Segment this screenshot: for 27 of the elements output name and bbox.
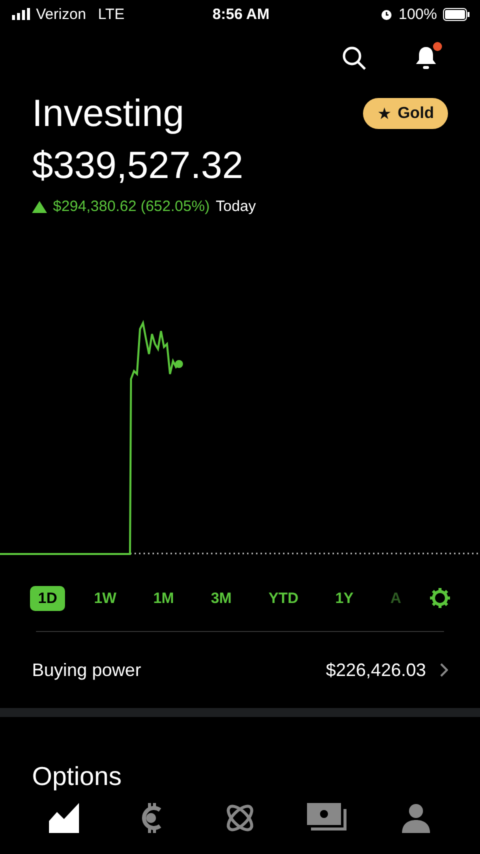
range-tab[interactable]: 1Y [327,586,362,610]
current-point [175,360,183,368]
range-tab[interactable]: 1W [86,586,124,610]
section-title: Options [32,761,122,791]
signal-icon [12,8,30,20]
buying-power-value: $226,426.03 [326,660,426,680]
clock-time: 8:56 AM [212,6,270,22]
buying-power-label: Buying power [32,660,142,680]
membership-badge[interactable]: ★ Gold [363,98,448,129]
range-tab[interactable]: 1D [30,586,66,610]
change-amount: $294,380.62 (652.05%) [53,198,210,215]
range-tab[interactable]: 3M [202,586,240,610]
bell-icon [414,45,438,71]
chevron-right-icon [440,663,448,677]
network-type: LTE [98,6,124,22]
range-tab[interactable]: YTD [260,586,306,610]
page-title: Investing [32,92,184,136]
battery-percent: 100% [398,6,437,22]
search-icon [342,46,366,70]
portfolio-value: $339,527.32 [31,144,244,189]
range-tab[interactable]: 1M [145,586,182,610]
buying-power-row[interactable]: Buying power $226,426.03 [0,632,480,708]
alarm-icon [380,8,393,20]
carrier-name: Verizon [36,6,86,22]
battery-icon [443,8,470,20]
change-period: Today [216,198,256,215]
settings-icon[interactable] [430,588,450,608]
